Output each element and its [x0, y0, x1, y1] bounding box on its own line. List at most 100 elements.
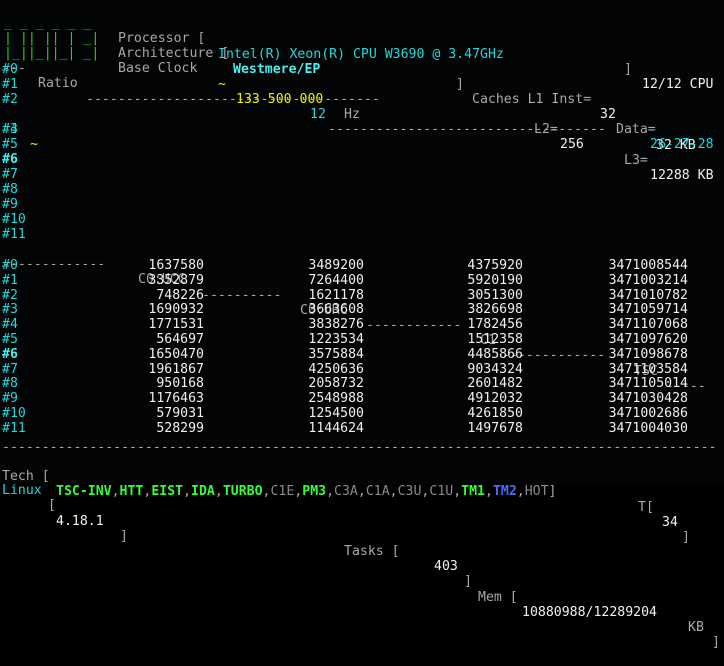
- row-core-label: #4: [2, 317, 18, 333]
- cell-c0-urc: 1254500: [308, 406, 364, 421]
- tech-flag-tm2: TM2: [492, 484, 517, 500]
- header-row-base-clock: |_||_||_| _| Base Clock ~ 133 500 000 Hz…: [2, 31, 714, 183]
- table-row: #11 528299 1144624 1497678 3471004030: [2, 421, 722, 436]
- row-core-label: #5: [2, 332, 18, 347]
- cell-c0-urc: 7264400: [308, 272, 364, 288]
- cell-c0-ucc: 1771531: [148, 317, 204, 333]
- table-row: #5 564697 1223534 1512358 3471097620: [2, 332, 722, 347]
- temp-close: ]: [682, 530, 690, 546]
- architecture-value: Westmere/EP: [233, 61, 321, 77]
- table-row: #1 3352879 7264400 5920190 3471003214: [2, 273, 722, 288]
- l2-value: 256: [560, 137, 584, 153]
- ratio-core-5: #5: [2, 137, 18, 152]
- tech-close: ]: [548, 484, 557, 500]
- tasks-close: ]: [464, 574, 472, 590]
- ratio-core-10: #10: [2, 212, 26, 227]
- cell-c1: 4261850: [467, 406, 523, 421]
- tech-flag-ida: IDA: [191, 484, 215, 500]
- tech-flag-tsc-inv: TSC-INV: [56, 484, 112, 500]
- cell-tsc: 3471059714: [608, 302, 688, 318]
- table-row: #2 748226 1621178 3051300 3471010782: [2, 288, 722, 303]
- cell-tsc: 3471105014: [608, 376, 688, 392]
- mem-unit: KB: [688, 620, 704, 636]
- cell-c0-urc: 3663608: [308, 302, 364, 318]
- l1-inst-value: 32: [600, 107, 616, 123]
- cell-c0-urc: 3575884: [308, 346, 364, 362]
- ratio-core-7: #7: [2, 167, 18, 182]
- l3-value: 12288 KB: [650, 167, 714, 183]
- header-row-processor: _ _ _ _ _ _ Processor [ Intel(R) Xeon(R)…: [2, 1, 713, 92]
- tech-flag-htt: HTT: [119, 484, 144, 500]
- base-clock-tilde: ~: [218, 76, 226, 92]
- cell-tsc: 3471107068: [608, 317, 688, 333]
- ratio-core-2: #2: [2, 92, 18, 107]
- cpu-count: 12/12 CPU: [642, 77, 714, 93]
- row-core-label: #9: [2, 391, 18, 407]
- kernel-version: 4.18.1: [56, 513, 104, 529]
- ratio-core-11: #11: [2, 227, 26, 242]
- table-row: #6 1650470 3575884 4485866 3471098678: [2, 347, 722, 362]
- cell-tsc: 3471097620: [608, 332, 688, 347]
- tech-flag-c3u: C3U: [397, 484, 422, 500]
- ratio-core-9: #9: [2, 197, 18, 212]
- mem-value: 10880988/12289204: [522, 604, 657, 620]
- ratio-core-1: #1: [2, 77, 18, 92]
- cell-c0-urc: 3489200: [308, 258, 364, 273]
- temp-value: 34: [662, 514, 678, 530]
- cell-c1: 4485866: [467, 346, 523, 362]
- table-row: #4 1771531 3838276 1782456 3471107068: [2, 317, 722, 332]
- cell-c0-ucc: 528299: [156, 420, 204, 436]
- ratio-core-6: #6: [2, 152, 18, 167]
- terminal-screen: _ _ _ _ _ _ Processor [ Intel(R) Xeon(R)…: [2, 1, 722, 650]
- cell-c0-ucc: 564697: [156, 332, 204, 347]
- table-header: ------------- C0:UCC ---------- C0:URC -…: [2, 257, 706, 394]
- cell-c0-urc: 1621178: [308, 287, 364, 303]
- ratio-core-0: #0: [2, 62, 18, 77]
- tech-flag-turbo: TURBO: [222, 484, 263, 500]
- base-clock-label: Base Clock: [118, 61, 198, 77]
- tech-flag-tm1: TM1: [461, 484, 485, 500]
- cell-c0-ucc: 1637580: [148, 258, 204, 273]
- processor-label: Processor [: [118, 31, 206, 47]
- cell-tsc: 3471103584: [608, 361, 688, 377]
- cell-c1: 9034324: [467, 361, 523, 377]
- ratio-divider: --- Ratio ------------------------------…: [2, 61, 714, 153]
- row-core-label: #6: [2, 346, 18, 362]
- tasks-label: Tasks [: [344, 544, 400, 560]
- row-core-label: #8: [2, 376, 18, 392]
- ratio-core-8: #8: [2, 182, 18, 197]
- table-row: #0 1637580 3489200 4375920 3471008544: [2, 258, 722, 273]
- cell-tsc: 3471003214: [608, 272, 688, 288]
- row-core-label: #7: [2, 361, 18, 377]
- ratio-right-markers: 26-27-28: [650, 137, 714, 153]
- temp-label: T[: [638, 499, 654, 515]
- cell-c0-ucc: 1961867: [148, 361, 204, 377]
- row-core-label: #2: [2, 287, 18, 303]
- cell-c1: 4912032: [467, 391, 523, 407]
- row-core-label: #11: [2, 420, 26, 436]
- kernel-close: ]: [120, 528, 128, 544]
- processor-close: ]: [624, 61, 632, 77]
- ratio-label: Ratio: [38, 76, 78, 92]
- ratio-core-3-marker: ~: [30, 137, 38, 153]
- cell-c1: 1782456: [467, 317, 523, 333]
- cell-c0-ucc: 1650470: [148, 346, 204, 362]
- cell-c0-urc: 2058732: [308, 376, 364, 392]
- cell-c0-ucc: 3352879: [148, 272, 204, 288]
- kernel-open: [: [48, 498, 56, 514]
- tech-flag-c3a: C3A: [334, 484, 358, 500]
- cell-tsc: 3471002686: [608, 406, 688, 421]
- bottom-divider: ----------------------------------------…: [2, 440, 717, 455]
- cell-c1: 2601482: [467, 376, 523, 392]
- table-row: #3 1690932 3663608 3826698 3471059714: [2, 302, 722, 317]
- data-label: Data=: [616, 122, 656, 138]
- mem-label: Mem [: [478, 589, 518, 605]
- ratio-core-3-row: #3 ~: [2, 107, 38, 152]
- tech-flag-c1u: C1U: [429, 484, 454, 500]
- cell-tsc: 3471030428: [608, 391, 688, 407]
- cell-c0-urc: 4250636: [308, 361, 364, 377]
- cell-c0-urc: 1144624: [308, 420, 364, 436]
- cell-c1: 1512358: [467, 332, 523, 347]
- cell-c0-urc: 2548988: [308, 391, 364, 407]
- cell-c0-ucc: 579031: [156, 406, 204, 421]
